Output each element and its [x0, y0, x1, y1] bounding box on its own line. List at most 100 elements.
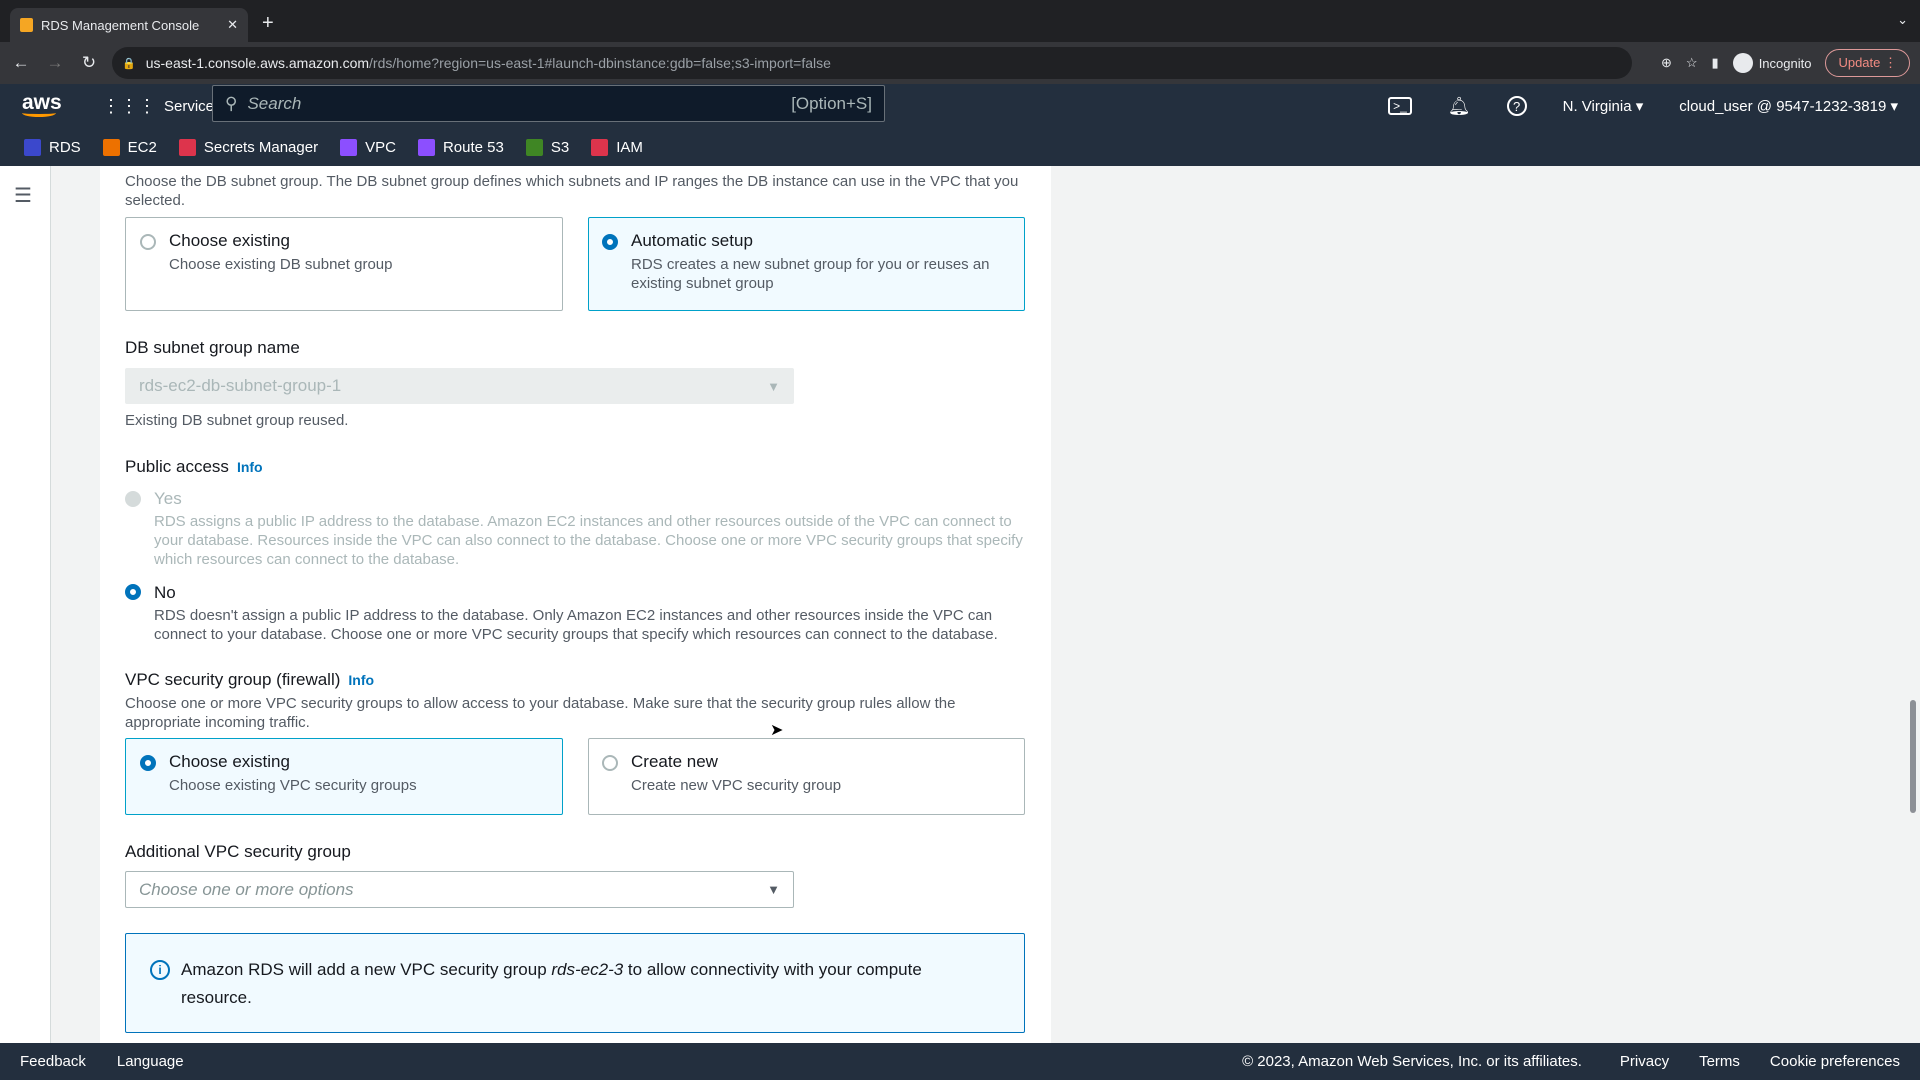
hamburger-menu-icon[interactable]: ☰ — [14, 183, 32, 208]
incognito-label: Incognito — [1758, 55, 1812, 71]
services-menu-button[interactable]: ⋮⋮⋮ Services — [102, 96, 222, 117]
radio-public-access-no[interactable] — [125, 584, 141, 600]
favorite-route-53[interactable]: Route 53 — [417, 138, 504, 156]
favorites-bar: RDS EC2 Secrets Manager VPC Route 53 S3 … — [0, 128, 1920, 166]
left-sidebar — [0, 166, 51, 1043]
notice-text: Amazon RDS will add a new VPC security g… — [181, 960, 552, 979]
aws-nav-right: >_ 🔔︎ ? N. Virginia ▾ cloud_user @ 9547-… — [1388, 84, 1898, 128]
radio-automatic-setup[interactable] — [602, 234, 618, 250]
zoom-icon[interactable]: ⊕ — [1661, 55, 1672, 71]
db-subnet-group-select: rds-ec2-db-subnet-group-1 ▼ — [125, 368, 794, 404]
vpc-service-icon — [340, 138, 358, 156]
option-desc: Choose existing VPC security groups — [169, 777, 417, 794]
tab-search-chevron-icon[interactable]: ⌄ — [1897, 12, 1908, 28]
search-input[interactable]: ⚲ Search [Option+S] — [212, 85, 885, 122]
favorite-iam[interactable]: IAM — [591, 138, 643, 156]
option-desc: Create new VPC security group — [631, 777, 842, 794]
notifications-bell-icon[interactable]: 🔔︎ — [1448, 96, 1471, 117]
db-subnet-group-name-label: DB subnet group name — [125, 338, 300, 357]
incognito-badge[interactable]: Incognito — [1732, 53, 1812, 73]
subnet-option-choose-existing[interactable]: Choose existing Choose existing DB subne… — [125, 217, 563, 311]
rds-service-icon — [24, 138, 41, 156]
browser-tab[interactable]: RDS Management Console ✕ — [10, 8, 248, 42]
favorite-rds[interactable]: RDS — [24, 138, 81, 156]
copyright-text: © 2023, Amazon Web Services, Inc. or its… — [1242, 1053, 1582, 1070]
public-access-title: Public access — [125, 457, 229, 476]
radio-sg-choose-existing[interactable] — [140, 755, 156, 771]
subnet-option-automatic-setup[interactable]: Automatic setup RDS creates a new subnet… — [588, 217, 1025, 311]
language-link[interactable]: Language — [117, 1053, 184, 1070]
forward-icon[interactable]: → — [42, 53, 68, 73]
url-path: /rds/home?region=us-east-1#launch-dbinst… — [369, 55, 831, 71]
aws-logo[interactable]: aws — [22, 92, 74, 117]
search-icon: ⚲ — [225, 93, 238, 113]
help-icon[interactable]: ? — [1506, 96, 1527, 116]
update-label: Update — [1838, 55, 1881, 70]
subnet-description: Choose the DB subnet group. The DB subne… — [125, 173, 1019, 209]
secrets-manager-service-icon — [178, 138, 196, 156]
reload-icon[interactable]: ↻ — [76, 53, 102, 73]
bookmark-star-icon[interactable]: ☆ — [1686, 55, 1698, 71]
privacy-link[interactable]: Privacy — [1620, 1053, 1669, 1070]
additional-sg-placeholder: Choose one or more options — [139, 879, 354, 899]
public-access-yes-label: Yes — [154, 489, 182, 508]
radio-public-access-yes — [125, 491, 141, 507]
favorite-label: S3 — [550, 138, 570, 156]
favorite-label: IAM — [616, 138, 643, 156]
option-title: Create new — [631, 752, 718, 771]
favorite-s3[interactable]: S3 — [525, 138, 570, 156]
option-title: Automatic setup — [631, 231, 753, 250]
favorite-label: Route 53 — [442, 138, 504, 156]
favorite-label: EC2 — [127, 138, 157, 156]
vpc-security-group-info-link[interactable]: Info — [348, 672, 374, 688]
radio-sg-create-new[interactable] — [602, 755, 618, 771]
public-access-no-label: No — [154, 583, 176, 602]
back-icon[interactable]: ← — [8, 53, 34, 73]
feedback-link[interactable]: Feedback — [20, 1053, 86, 1070]
close-tab-icon[interactable]: ✕ — [227, 17, 238, 33]
radio-choose-existing-subnet[interactable] — [140, 234, 156, 250]
public-access-no-desc: RDS doesn't assign a public IP address t… — [154, 607, 998, 643]
terms-link[interactable]: Terms — [1699, 1053, 1740, 1070]
url-host: us-east-1.console.aws.amazon.com — [145, 55, 370, 71]
caret-down-icon: ▼ — [767, 882, 780, 897]
notice-sg-name: rds-ec2-3 — [551, 960, 624, 979]
vpc-security-group-label: VPC security group (firewall) Info — [125, 670, 374, 690]
mouse-cursor-icon: ➤ — [770, 722, 784, 739]
aws-logo-text: aws — [22, 91, 62, 114]
incognito-icon — [1732, 53, 1753, 73]
favorite-secrets-manager[interactable]: Secrets Manager — [178, 138, 318, 156]
account-menu[interactable]: cloud_user @ 9547-1232-3819 ▾ — [1679, 97, 1898, 115]
side-panel-icon[interactable]: ▮ — [1712, 55, 1719, 71]
ec2-service-icon — [102, 138, 120, 156]
caret-down-icon: ▼ — [767, 378, 780, 394]
favorite-ec2[interactable]: EC2 — [102, 138, 157, 156]
additional-sg-select[interactable]: Choose one or more options ▼ — [125, 871, 794, 908]
option-title: Choose existing — [169, 752, 290, 771]
search-shortcut: [Option+S] — [791, 93, 872, 113]
sg-option-create-new[interactable]: Create new Create new VPC security group — [588, 738, 1025, 815]
region-label: N. Virginia — [1562, 98, 1632, 115]
url-field[interactable]: 🔒 us-east-1.console.aws.amazon.com/rds/h… — [112, 47, 1632, 79]
browser-actions: ⊕ ☆ ▮ Incognito Update ⋮ — [1661, 47, 1910, 79]
sg-info-alert: i Amazon RDS will add a new VPC security… — [125, 933, 1025, 1033]
sg-info-text: Amazon RDS will add a new VPC security g… — [181, 956, 981, 1012]
search-placeholder: Search — [247, 93, 302, 113]
footer: Feedback Language © 2023, Amazon Web Ser… — [0, 1043, 1920, 1080]
favorite-vpc[interactable]: VPC — [340, 138, 396, 156]
cloudshell-icon[interactable]: >_ — [1388, 97, 1412, 115]
option-desc: RDS creates a new subnet group for you o… — [631, 256, 990, 292]
sg-option-choose-existing[interactable]: Choose existing Choose existing VPC secu… — [125, 738, 563, 815]
lock-icon: 🔒 — [122, 57, 136, 70]
public-access-info-link[interactable]: Info — [237, 459, 263, 475]
vpc-security-group-description: Choose one or more VPC security groups t… — [125, 695, 956, 731]
tab-title: RDS Management Console — [41, 17, 200, 33]
update-button[interactable]: Update ⋮ — [1825, 49, 1910, 77]
region-selector[interactable]: N. Virginia ▾ — [1563, 97, 1644, 115]
new-tab-icon[interactable]: + — [262, 12, 274, 35]
db-subnet-group-hint: Existing DB subnet group reused. — [125, 412, 349, 429]
public-access-label: Public access Info — [125, 457, 263, 477]
cookie-preferences-link[interactable]: Cookie preferences — [1770, 1053, 1900, 1070]
page-scrollbar[interactable] — [1910, 700, 1916, 813]
favorite-label: RDS — [49, 138, 81, 156]
